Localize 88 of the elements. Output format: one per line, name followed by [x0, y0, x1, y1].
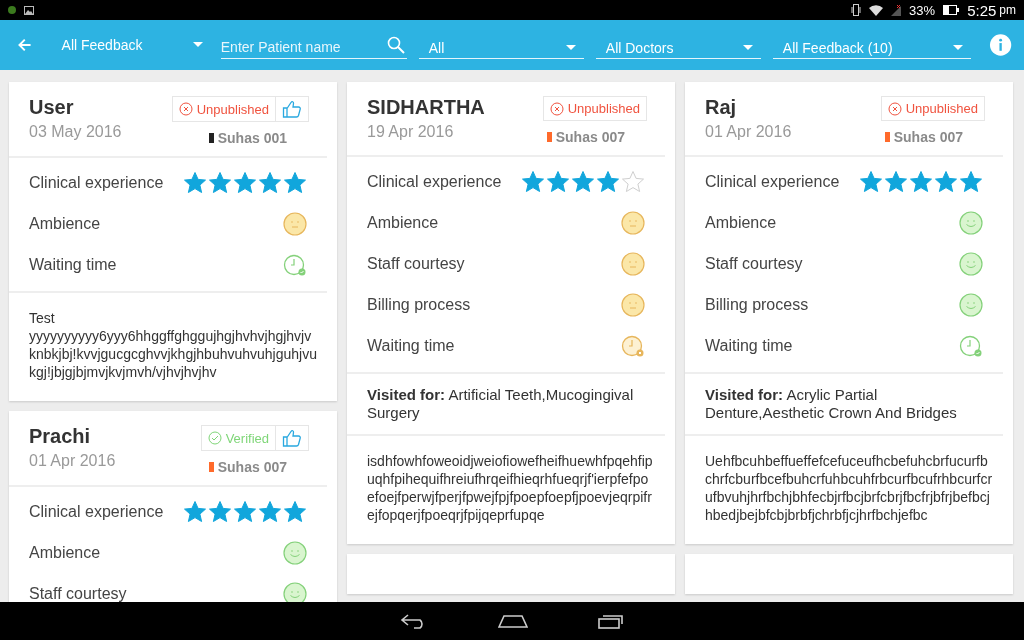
- battery-icon: [943, 5, 960, 15]
- wifi-icon: [869, 4, 884, 16]
- thumbs-up-button[interactable]: [276, 96, 309, 122]
- star-icon: [546, 169, 570, 194]
- x-circle-icon: [887, 101, 902, 116]
- clock-time: 5:25: [967, 1, 997, 19]
- search-field[interactable]: Enter Patient name: [220, 31, 407, 59]
- star-icon: [909, 169, 933, 194]
- star-icon: [283, 170, 307, 195]
- star-icon: [884, 169, 908, 194]
- dropdown-caret-icon: [565, 44, 576, 51]
- feedback-dropdown[interactable]: All Feedback: [43, 36, 209, 54]
- recent-apps-icon[interactable]: [598, 613, 624, 629]
- image-icon: [24, 5, 34, 15]
- star-icon: [934, 169, 958, 194]
- star-icon: [596, 169, 620, 194]
- status-button[interactable]: Unpublished: [880, 96, 985, 121]
- rating-label: Clinical experience: [29, 173, 164, 192]
- dropdown-caret-icon: [192, 42, 203, 48]
- rating-label: Staff courtesy: [705, 254, 803, 273]
- patient-name: Raj: [705, 96, 738, 119]
- feedback-comment: isdhfowhfoweoidjweiofiowefheifhuewhfpqehfipuqhfpihequifhreiufhrqeifhieqrhfueqrjf'ierpfefpoefoejfperwjfperjfpwejfpjfpoepfoepfjpoevjeqrpifrejfopqerjfpoeqrjfpijqeprfupqe: [366, 452, 654, 525]
- doctor-name: Suhas 007: [217, 459, 287, 475]
- star-icon: [183, 499, 207, 524]
- patient-name: Prachi: [29, 425, 92, 448]
- visited-for-text: Visited for: Acrylic Partial Denture,Aesthetic Crown And Bridges: [685, 374, 1003, 436]
- star-icon: [258, 499, 282, 524]
- filter-dropdown[interactable]: All Feedback (10): [772, 31, 971, 59]
- rating-label: Staff courtesy: [29, 584, 127, 602]
- star-icon: [959, 169, 983, 194]
- notification-dot-icon: [8, 6, 16, 14]
- filter-dropdown[interactable]: All: [418, 31, 584, 59]
- vibrate-icon: [851, 4, 862, 16]
- feedback-comment: Test yyyyyyyyyy6yyy6hhggffghggujhgjhvhvjhgjhvjvknbkjbj!kvvjgucgcghvvjkhgjhbuhvuhvuhjguhjvukgj!jbjgjbjmvjkvjmvh/vjhvjhvjhv: [28, 309, 318, 382]
- rating-label: Waiting time: [367, 336, 455, 355]
- battery-percent: 33%: [909, 2, 936, 18]
- doctor-name: Suhas 007: [555, 129, 625, 145]
- rating-label: Billing process: [705, 295, 809, 314]
- doctor-name: Suhas 001: [217, 130, 287, 146]
- rating-label: Ambience: [29, 543, 101, 562]
- star-icon: [183, 170, 207, 195]
- star-icon: [571, 169, 595, 194]
- rating-label: Clinical experience: [705, 172, 840, 191]
- doctor-name: Suhas 007: [893, 129, 963, 145]
- rating-label: Waiting time: [29, 255, 117, 274]
- search-icon: [386, 36, 405, 54]
- status-button[interactable]: Unpublished: [171, 96, 276, 122]
- back-arrow-icon[interactable]: [18, 38, 32, 52]
- rating-label: Waiting time: [705, 336, 793, 355]
- feedback-date: 01 Apr 2016: [29, 452, 116, 470]
- info-icon[interactable]: [988, 33, 1012, 57]
- star-icon: [521, 169, 545, 194]
- star-icon: [283, 499, 307, 524]
- thumbs-up-icon: [282, 99, 302, 119]
- dropdown-caret-icon: [952, 44, 963, 51]
- x-circle-icon: [178, 102, 193, 116]
- rating-label: Ambience: [705, 213, 777, 232]
- feedback-date: 19 Apr 2016: [367, 123, 455, 141]
- feedback-date: 03 May 2016: [29, 123, 122, 141]
- check-circle-icon: [207, 431, 222, 445]
- feedback-comment: Uehfbcuhbeffueffefcefuceufhcbefuhcbrfucurfbchrfcburfbcefbuhcrfuhbcuhfrbcurfbcufrhbcurfcrufbvuhjhrfbchjbhfecbjrfbcjbrfcbrjfbcfrjbfrjbefbcjhbedjbejbfcbjbrbfjchrbfjcjhrfbchjefbc: [704, 452, 994, 525]
- star-icon: [859, 169, 883, 194]
- thumbs-up-button[interactable]: [276, 425, 309, 451]
- rating-label: Staff courtesy: [367, 254, 465, 273]
- home-icon[interactable]: [498, 614, 528, 628]
- x-circle-icon: [549, 101, 564, 116]
- status-button[interactable]: Verified: [200, 425, 276, 451]
- rating-label: Billing process: [367, 295, 471, 314]
- star-icon: [621, 169, 645, 194]
- signal-icon: [891, 4, 902, 16]
- star-icon: [258, 170, 282, 195]
- star-icon: [233, 499, 257, 524]
- clock-period: pm: [999, 3, 1016, 17]
- status-button[interactable]: Unpublished: [542, 96, 647, 121]
- dropdown-caret-icon: [742, 44, 753, 51]
- rating-label: Clinical experience: [29, 502, 164, 521]
- feedback-date: 01 Apr 2016: [705, 123, 792, 141]
- star-icon: [233, 170, 257, 195]
- rating-label: Ambience: [29, 214, 101, 233]
- rating-label: Clinical experience: [367, 172, 502, 191]
- star-icon: [208, 170, 232, 195]
- star-icon: [208, 499, 232, 524]
- patient-name: SIDHARTHA: [367, 96, 485, 119]
- rating-label: Ambience: [367, 213, 439, 232]
- patient-name: User: [29, 96, 75, 119]
- filter-dropdown[interactable]: All Doctors: [595, 31, 761, 59]
- thumbs-up-icon: [282, 428, 302, 448]
- visited-for-text: Visited for: Artificial Teeth,Mucogingival Surgery: [347, 374, 665, 436]
